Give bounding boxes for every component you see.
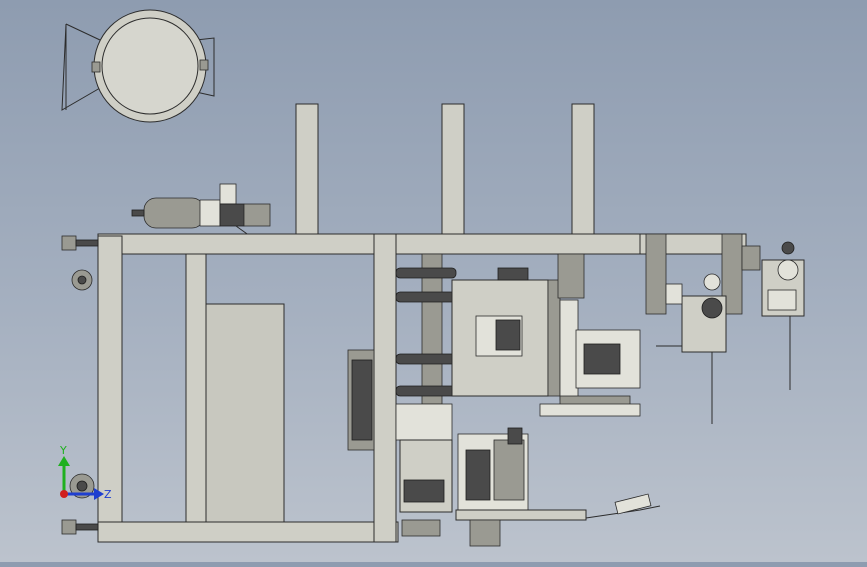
right-assembly[interactable]	[645, 233, 805, 424]
cad-viewport[interactable]: Y Z	[0, 0, 867, 562]
round-tank[interactable]	[61, 9, 215, 123]
central-mechanism[interactable]	[395, 253, 641, 417]
machine-drawing: Y Z	[58, 9, 805, 547]
triad-y-label: Y	[59, 444, 67, 457]
lower-assembly[interactable]	[455, 427, 661, 547]
top-posts	[295, 103, 595, 237]
motor-assembly[interactable]	[131, 183, 271, 237]
leveling-feet	[61, 235, 99, 535]
triad-z-label: Z	[104, 488, 112, 501]
